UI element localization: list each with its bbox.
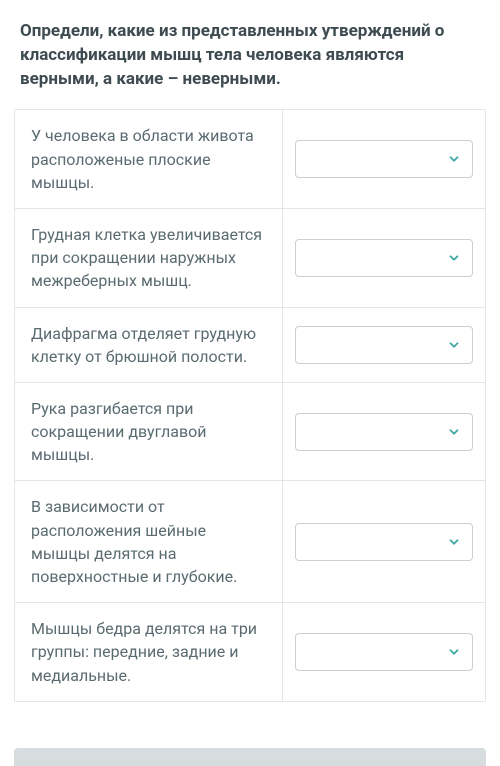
bottom-bar	[14, 748, 486, 766]
chevron-down-icon	[446, 534, 462, 550]
answer-dropdown[interactable]	[295, 140, 473, 178]
chevron-down-icon	[446, 644, 462, 660]
table-row: В зависимости от расположения шейные мыш…	[15, 481, 485, 603]
table-row: У человека в области живота расположеные…	[15, 110, 485, 209]
table-row: Мышцы бедра делятся на три группы: перед…	[15, 603, 485, 701]
answer-dropdown[interactable]	[295, 239, 473, 277]
answer-cell	[283, 308, 485, 382]
chevron-down-icon	[446, 424, 462, 440]
answer-cell	[283, 110, 485, 208]
statements-table: У человека в области живота расположеные…	[14, 109, 486, 701]
answer-cell	[283, 383, 485, 481]
chevron-down-icon	[446, 337, 462, 353]
question-title: Определи, какие из представленных утверж…	[14, 20, 486, 91]
statement-text: В зависимости от расположения шейные мыш…	[15, 481, 283, 602]
table-row: Грудная клетка увеличивается при сокраще…	[15, 209, 485, 308]
statement-text: Мышцы бедра делятся на три группы: перед…	[15, 603, 283, 701]
answer-dropdown[interactable]	[295, 326, 473, 364]
chevron-down-icon	[446, 151, 462, 167]
table-row: Рука разгибается при сокращении двуглаво…	[15, 383, 485, 482]
statement-text: У человека в области живота расположеные…	[15, 110, 283, 208]
answer-cell	[283, 603, 485, 701]
statement-text: Рука разгибается при сокращении двуглаво…	[15, 383, 283, 481]
table-row: Диафрагма отделяет грудную клетку от брю…	[15, 308, 485, 383]
answer-dropdown[interactable]	[295, 633, 473, 671]
statement-text: Грудная клетка увеличивается при сокраще…	[15, 209, 283, 307]
answer-dropdown[interactable]	[295, 413, 473, 451]
answer-dropdown[interactable]	[295, 523, 473, 561]
answer-cell	[283, 481, 485, 602]
answer-cell	[283, 209, 485, 307]
chevron-down-icon	[446, 250, 462, 266]
statement-text: Диафрагма отделяет грудную клетку от брю…	[15, 308, 283, 382]
